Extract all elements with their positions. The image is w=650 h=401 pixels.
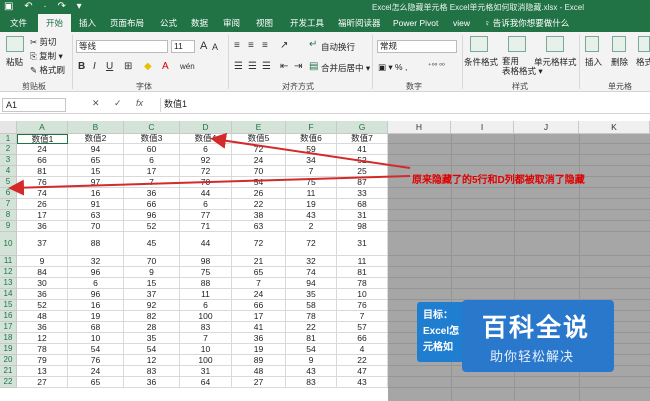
arrow-to-column-d [210,132,411,169]
tip-line-1: 目标： [423,310,453,321]
arrow-to-row-5 [8,175,411,196]
watermark-logo: 百科全说 助你轻松解决 [462,300,614,372]
tip-line-3: 元格如 [423,342,453,353]
tip-line-2: Excel怎 [423,326,460,337]
watermark-subtitle: 助你轻松解决 [490,349,575,364]
watermark-title: 百科全说 [482,314,591,342]
